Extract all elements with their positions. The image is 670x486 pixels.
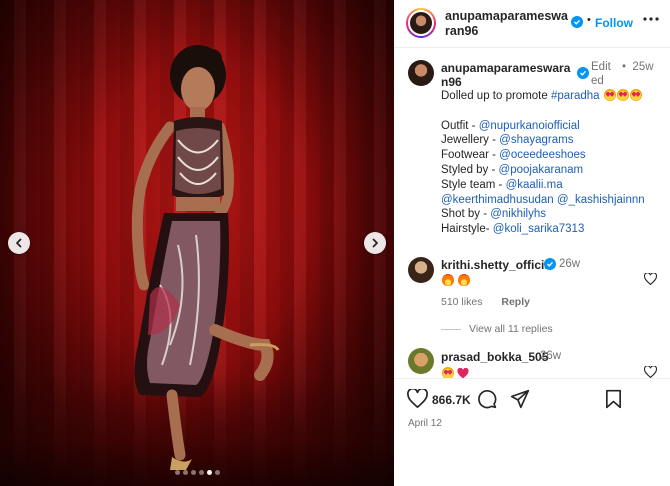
verified-badge-icon xyxy=(544,258,556,270)
like-count[interactable]: 866.7K xyxy=(432,393,471,407)
caption-link[interactable]: @nikhilyhs xyxy=(490,208,546,220)
view-replies-label: View all 11 replies xyxy=(469,323,553,335)
follow-button[interactable]: Follow xyxy=(595,16,633,30)
caption-line-text: Jewellery - xyxy=(441,134,500,147)
caption-line: Styled by - @poojakaranam xyxy=(441,163,666,178)
caption-line: Style team - @kaalii.ma xyxy=(441,178,666,193)
caption-time[interactable]: • 25w xyxy=(622,60,656,74)
more-icon xyxy=(643,17,659,21)
comments-section: anupamaparameswaran96 Edited • 25w Dolle… xyxy=(394,48,670,378)
post-header: anupamaparameswaran96 • Follow xyxy=(394,0,670,48)
caption-line-text: Styled by - xyxy=(441,163,499,176)
caption-line-text: Style team - xyxy=(441,178,506,191)
share-button[interactable] xyxy=(510,389,530,412)
view-replies-button[interactable]: View all 11 replies xyxy=(441,323,553,335)
caption-line-text: Dolled up to promote xyxy=(441,90,551,102)
heart-eyes-emoji-icon xyxy=(629,89,642,101)
caption-line: Outfit - @nupurkanoiofficial xyxy=(441,119,666,134)
caption-link[interactable]: @koli_sarika7313 xyxy=(493,223,585,235)
carousel-dots xyxy=(0,470,394,475)
bookmark-icon xyxy=(605,389,621,409)
comment-button[interactable] xyxy=(477,389,497,412)
comment-time[interactable]: 26w xyxy=(559,258,580,270)
more-options-button[interactable] xyxy=(642,10,660,28)
carousel-dot xyxy=(214,470,220,475)
comment-text xyxy=(441,273,471,287)
carousel-dot xyxy=(190,470,196,475)
replies-divider xyxy=(441,328,461,330)
chevron-left-icon xyxy=(16,238,22,248)
caption-separator: • xyxy=(622,61,627,73)
caption-username[interactable]: anupamaparameswaran96 xyxy=(441,61,575,89)
comment-bubble-icon xyxy=(478,390,497,409)
comment-username[interactable]: prasad_bokka_505 xyxy=(441,350,548,364)
carousel-dot xyxy=(182,470,188,475)
carousel-dot xyxy=(198,470,204,475)
caption-line-text: Hairstyle- xyxy=(441,223,493,236)
like-button[interactable] xyxy=(407,387,428,411)
comment-like-button[interactable] xyxy=(643,365,658,378)
caption-link[interactable]: @keerthimadhusudan @_kashishjainnn xyxy=(441,194,645,206)
caption-text: Dolled up to promote #paradha Outfit - @… xyxy=(441,89,666,237)
carousel-next-button[interactable] xyxy=(364,232,386,254)
caption-link[interactable]: @poojakaranam xyxy=(499,164,584,176)
caption-link[interactable]: @kaalii.ma xyxy=(506,179,563,191)
caption-age: 25w xyxy=(632,61,654,73)
heart-eyes-emoji-icon xyxy=(442,367,454,378)
verified-badge-icon xyxy=(577,67,589,79)
edited-label: Edited xyxy=(591,61,611,87)
fire-emoji-icon xyxy=(442,274,454,286)
comment-avatar[interactable] xyxy=(408,348,434,374)
caption-line-text: Outfit - xyxy=(441,119,479,132)
caption-line: Footwear - @oceedeeshoes xyxy=(441,148,666,163)
post-photo xyxy=(0,0,394,486)
header-username[interactable]: anupamaparameswaran96 xyxy=(445,9,570,39)
caption-line: @keerthimadhusudan @_kashishjainnn xyxy=(441,193,666,208)
comment-likes[interactable]: 510 likes xyxy=(441,296,482,308)
save-button[interactable] xyxy=(605,389,622,412)
caption-link[interactable]: @shayagrams xyxy=(499,134,573,146)
send-paper-plane-icon xyxy=(510,389,530,409)
heart-outline-icon xyxy=(643,272,658,286)
comment-meta: 510 likes Reply xyxy=(441,296,546,308)
chevron-right-icon xyxy=(372,238,378,248)
header-avatar[interactable] xyxy=(406,8,436,38)
post-date: April 12 xyxy=(408,418,442,429)
caption-line-text: Shot by - xyxy=(441,208,491,221)
fire-emoji-icon xyxy=(458,274,471,286)
heart-eyes-emoji-icon xyxy=(616,89,629,101)
post-actions: 866.7K April 12 xyxy=(394,378,670,486)
verified-badge-icon xyxy=(571,16,583,28)
carousel-dot xyxy=(206,470,212,475)
caption-line-text: Footwear - xyxy=(441,149,500,162)
caption-link[interactable]: #paradha xyxy=(551,90,600,102)
model-figure xyxy=(131,45,280,470)
caption-line: Hairstyle- @koli_sarika7313 xyxy=(441,222,666,237)
caption-link[interactable]: @oceedeeshoes xyxy=(499,149,586,161)
reply-button[interactable]: Reply xyxy=(501,296,530,308)
carousel-prev-button[interactable] xyxy=(8,232,30,254)
comment-time[interactable]: 26w xyxy=(540,350,561,362)
heart-eyes-emoji-icon xyxy=(603,89,616,101)
header-separator: • xyxy=(587,14,591,26)
heart-outline-icon xyxy=(643,365,658,378)
caption-line: Dolled up to promote #paradha xyxy=(441,89,666,104)
caption-link[interactable]: @nupurkanoiofficial xyxy=(479,120,580,132)
comment-username[interactable]: krithi.shetty_official xyxy=(441,258,554,272)
red-heart-emoji-icon xyxy=(457,367,469,378)
carousel-dot xyxy=(174,470,180,475)
post-side-panel: anupamaparameswaran96 • Follow anupamapa… xyxy=(394,0,670,486)
heart-outline-icon xyxy=(407,387,428,408)
comment-like-button[interactable] xyxy=(643,272,658,288)
comment-avatar[interactable] xyxy=(408,257,434,283)
caption-line: Jewellery - @shayagrams xyxy=(441,133,666,148)
comment-text xyxy=(441,366,469,378)
caption-line: Shot by - @nikhilyhs xyxy=(441,207,666,222)
caption-avatar[interactable] xyxy=(408,60,434,86)
